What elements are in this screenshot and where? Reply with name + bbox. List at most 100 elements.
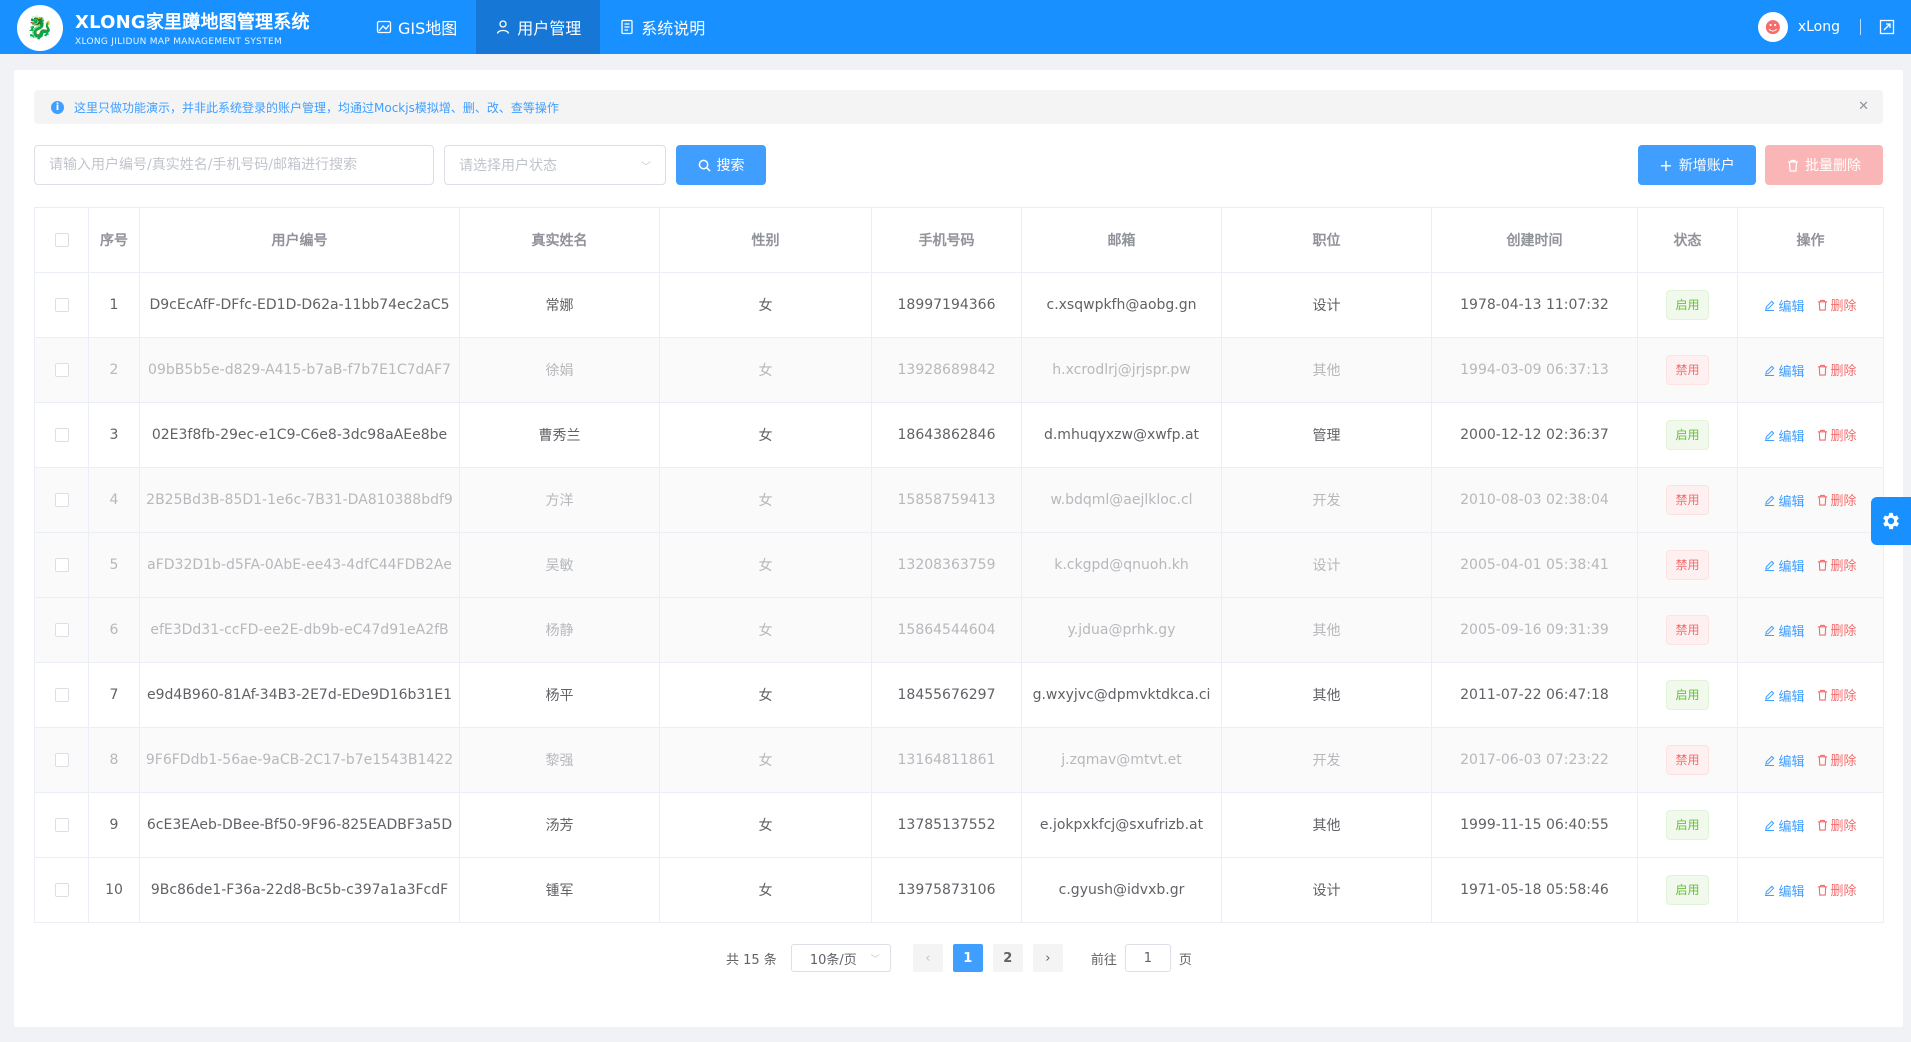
cell-email: c.xsqwpkfh@aobg.gn (1021, 272, 1222, 338)
cell-created: 1999-11-15 06:40:55 (1431, 792, 1638, 858)
trash-icon (1817, 299, 1827, 311)
edit-button[interactable]: 编辑 (1764, 881, 1805, 900)
edit-button[interactable]: 编辑 (1764, 426, 1805, 445)
page-size-select[interactable]: 10条/页 ﹀ (790, 944, 891, 972)
table-header-row: 序号 用户编号 真实姓名 性别 手机号码 邮箱 职位 创建时间 状态 操作 (34, 207, 1884, 273)
edit-button[interactable]: 编辑 (1764, 296, 1805, 315)
delete-button[interactable]: 删除 (1817, 555, 1857, 574)
username[interactable]: xLong (1798, 19, 1840, 35)
cell-gender: 女 (659, 272, 872, 338)
row-checkbox[interactable] (54, 688, 69, 702)
row-select-cell (34, 402, 89, 468)
page-button-2[interactable]: 2 (992, 944, 1023, 972)
nav-gis-map[interactable]: GIS地图 (357, 0, 476, 54)
cell-actions: 编辑 删除 (1737, 727, 1884, 793)
edit-button[interactable]: 编辑 (1764, 621, 1805, 640)
edit-button[interactable]: 编辑 (1764, 556, 1805, 575)
table-row: 6 efE3Dd31-ccFD-ee2E-db9b-eC47d91eA2fB 杨静女… (34, 597, 1884, 663)
user-avatar[interactable]: ☻ (1757, 12, 1788, 42)
cell-name: 汤芳 (459, 792, 660, 858)
row-checkbox[interactable] (54, 493, 69, 507)
trash-icon (1817, 689, 1827, 701)
edit-button[interactable]: 编辑 (1764, 361, 1805, 380)
cell-user-id: 9F6FDdb1-56ae-9aCB-2C17-b7e1543B1422 (139, 727, 460, 793)
goto-label: 前往 (1090, 952, 1117, 968)
search-button[interactable]: 搜索 (676, 145, 766, 185)
nav-user-management[interactable]: 用户管理 (476, 0, 601, 54)
edit-icon (1765, 625, 1775, 636)
cell-phone: 13208363759 (871, 532, 1022, 598)
row-select-cell (34, 727, 89, 793)
table-row: 7 e9d4B960-81Af-34B3-2E7d-EDe9D16b31E1 杨平女… (34, 662, 1884, 728)
status-badge: 禁用 (1666, 745, 1709, 775)
cell-gender: 女 (659, 662, 872, 728)
row-checkbox[interactable] (54, 623, 69, 637)
app-title: XLONG家里蹲地图管理系统 (75, 12, 310, 33)
row-checkbox[interactable] (54, 363, 69, 377)
gear-icon (1883, 512, 1899, 530)
row-select-cell (34, 857, 89, 923)
edit-button[interactable]: 编辑 (1764, 751, 1805, 770)
nav-system-docs[interactable]: 系统说明 (600, 0, 724, 54)
delete-button[interactable]: 删除 (1817, 360, 1857, 379)
status-select[interactable]: 请选择用户状态 ﹀ (444, 145, 666, 185)
table-row: 1 D9cEcAfF-DFfc-ED1D-D62a-11bb74ec2aC5 常娜女… (34, 272, 1884, 338)
prev-page-button[interactable]: ‹ (912, 944, 943, 972)
edit-button[interactable]: 编辑 (1764, 686, 1805, 705)
delete-label: 删除 (1830, 364, 1857, 380)
delete-button[interactable]: 删除 (1817, 750, 1857, 769)
edit-label: 编辑 (1778, 364, 1805, 380)
cell-created: 2005-09-16 09:31:39 (1431, 597, 1638, 663)
delete-button[interactable]: 删除 (1817, 490, 1857, 509)
search-input[interactable] (34, 145, 434, 185)
settings-float-button[interactable] (1871, 497, 1911, 545)
fullscreen-icon[interactable] (1877, 17, 1897, 37)
trash-icon (1817, 429, 1827, 441)
cell-actions: 编辑 删除 (1737, 467, 1884, 533)
delete-button[interactable]: 删除 (1817, 425, 1857, 444)
row-checkbox[interactable] (54, 883, 69, 897)
row-select-cell (34, 792, 89, 858)
cell-actions: 编辑 删除 (1737, 337, 1884, 403)
edit-button[interactable]: 编辑 (1764, 491, 1805, 510)
delete-button[interactable]: 删除 (1817, 880, 1857, 899)
delete-button[interactable]: 删除 (1817, 815, 1857, 834)
close-icon[interactable]: ✕ (1858, 99, 1869, 114)
page-button-1[interactable]: 1 (952, 944, 983, 972)
select-all-checkbox[interactable] (54, 233, 69, 247)
app-subtitle: XLONG JILIDUN MAP MANAGEMENT SYSTEM (75, 37, 283, 47)
pagination-total: 共 15 条 (726, 952, 777, 968)
row-checkbox[interactable] (54, 753, 69, 767)
cell-email: g.wxyjvc@dpmvktdkca.ci (1021, 662, 1222, 728)
goto-page-input[interactable] (1124, 944, 1171, 972)
add-account-button[interactable]: + 新增账户 (1638, 145, 1756, 185)
row-checkbox[interactable] (54, 298, 69, 312)
cell-name: 常娜 (459, 272, 660, 338)
edit-icon (1765, 430, 1775, 441)
edit-icon (1765, 885, 1775, 896)
table-row: 5 aFD32D1b-d5FA-0AbE-ee43-4dfC44FDB2Ae 吴敏女… (34, 532, 1884, 598)
batch-delete-button[interactable]: 批量删除 (1765, 145, 1883, 185)
delete-button[interactable]: 删除 (1817, 295, 1857, 314)
cell-no: 6 (88, 597, 140, 663)
row-select-cell (34, 597, 89, 663)
trash-icon (1817, 754, 1827, 766)
row-checkbox[interactable] (54, 818, 69, 832)
col-header: 性别 (659, 207, 872, 273)
next-page-button[interactable]: › (1032, 944, 1063, 972)
row-checkbox[interactable] (54, 558, 69, 572)
cell-email: c.gyush@idvxb.gr (1021, 857, 1222, 923)
cell-position: 其他 (1221, 662, 1432, 728)
cell-name: 黎强 (459, 727, 660, 793)
logo-avatar: 🐉 (17, 5, 63, 51)
cell-user-id: efE3Dd31-ccFD-ee2E-db9b-eC47d91eA2fB (139, 597, 460, 663)
trash-icon (1817, 884, 1827, 896)
cell-position: 管理 (1221, 402, 1432, 468)
cell-no: 5 (88, 532, 140, 598)
delete-button[interactable]: 删除 (1817, 685, 1857, 704)
edit-button[interactable]: 编辑 (1764, 816, 1805, 835)
row-checkbox[interactable] (54, 428, 69, 442)
cell-name: 方洋 (459, 467, 660, 533)
delete-button[interactable]: 删除 (1817, 620, 1857, 639)
trash-icon (1817, 624, 1827, 636)
